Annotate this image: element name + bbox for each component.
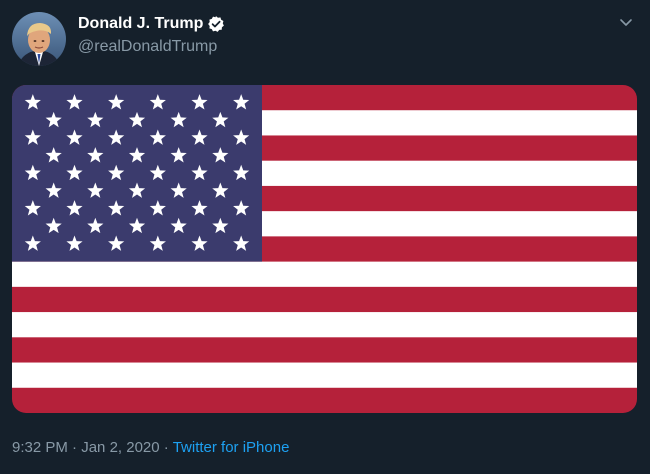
tweet-time[interactable]: 9:32 PM	[12, 439, 68, 456]
flag-stripe	[12, 337, 637, 364]
flag-canton	[12, 85, 262, 262]
flag-stripe	[12, 312, 637, 338]
meta-separator: ·	[159, 439, 173, 456]
author-name-row[interactable]: Donald J. Trump	[78, 14, 225, 34]
flag-stripe	[12, 362, 637, 389]
avatar[interactable]	[12, 12, 66, 66]
flag-stripe	[12, 286, 637, 313]
display-name[interactable]: Donald J. Trump	[78, 14, 203, 34]
flag-stripe	[12, 261, 637, 288]
user-handle[interactable]: @realDonaldTrump	[78, 37, 217, 57]
avatar-image	[12, 12, 66, 66]
tweet-metadata: 9:32 PM · Jan 2, 2020 · Twitter for iPho…	[12, 438, 289, 458]
tweet-card: Donald J. Trump @realDonaldTrump 9:32 PM…	[0, 0, 650, 474]
meta-separator: ·	[67, 439, 82, 456]
verified-badge-icon	[207, 15, 225, 33]
tweet-date[interactable]: Jan 2, 2020	[81, 439, 159, 456]
chevron-down-icon[interactable]	[618, 14, 634, 30]
flag-stripe	[12, 387, 637, 413]
us-flag-image	[12, 85, 637, 413]
tweet-source-link[interactable]: Twitter for iPhone	[173, 439, 290, 456]
tweet-media-image[interactable]	[12, 85, 637, 413]
